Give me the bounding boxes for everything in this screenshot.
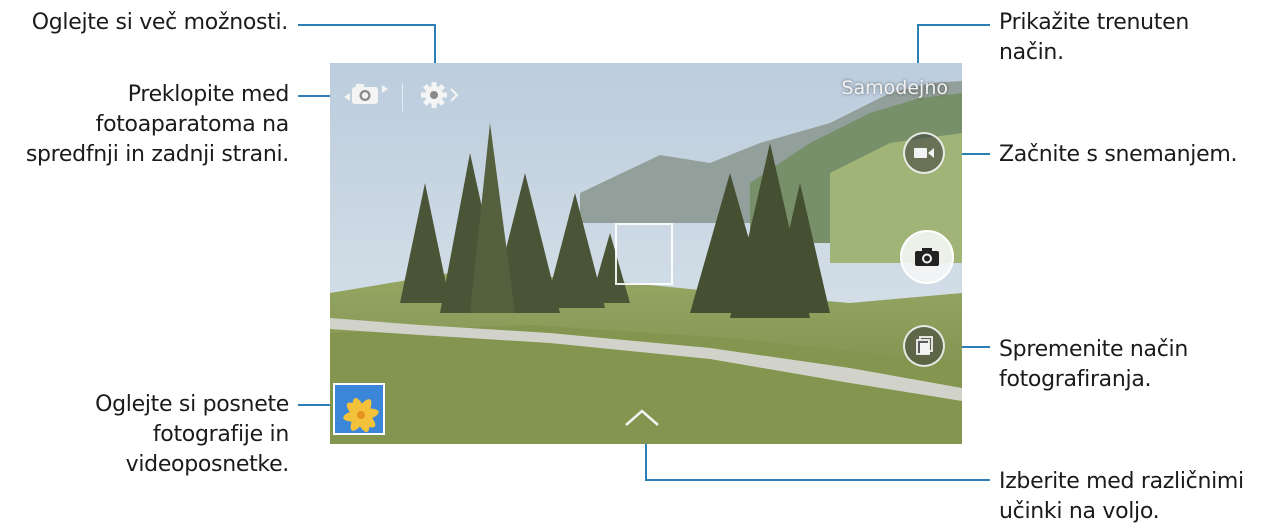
callout-line: videoposnetke.: [125, 452, 290, 477]
callout-more-options-text: Oglejte si več možnosti.: [31, 10, 289, 35]
callout-line: Oglejte si posnete: [95, 392, 289, 417]
callout-line: fotografiranja.: [999, 367, 1152, 392]
effects-button[interactable]: [622, 405, 662, 429]
mode-label[interactable]: Samodejno: [841, 77, 948, 99]
callout-line: fotoaparatoma na: [95, 112, 290, 137]
callout-line: spredfnji in zadnji strani.: [25, 142, 289, 167]
callout-line: Prikažite trenuten: [999, 10, 1190, 35]
callout-current-mode: Prikažite trenuten način.: [999, 8, 1269, 68]
callout-line: fotografije in: [152, 422, 289, 447]
camera-icon: [915, 248, 939, 266]
record-video-button[interactable]: [903, 132, 945, 174]
settings-button[interactable]: [418, 79, 466, 111]
gallery-thumbnail-icon: [335, 385, 383, 433]
camera-preview[interactable]: Samodejno: [330, 63, 962, 444]
chevron-right-icon: [450, 88, 459, 102]
switch-camera-button[interactable]: [342, 77, 390, 111]
chevron-up-icon: [625, 409, 659, 426]
callout-line: učinki na voljo.: [999, 499, 1160, 524]
callout-start-recording: Začnite s snemanjem.: [999, 140, 1273, 170]
shutter-button[interactable]: [900, 230, 954, 284]
gallery-thumbnail-button[interactable]: [333, 383, 385, 435]
toolbar-divider: [402, 83, 403, 111]
stacked-frames-icon: [916, 336, 933, 355]
camera-switch-icon: [344, 84, 388, 104]
callout-choose-effects: Izberite med različnimi učinki na voljo.: [999, 467, 1273, 527]
callout-more-options: Oglejte si več možnosti.: [8, 8, 289, 38]
callout-switch-camera: Preklopite med fotoaparatoma na spredfnj…: [0, 80, 289, 170]
callout-start-recording-text: Začnite s snemanjem.: [999, 142, 1238, 167]
callout-change-shooting-mode: Spremenite način fotografiranja.: [999, 335, 1269, 395]
leader-line-more-options-h: [298, 24, 435, 26]
shooting-mode-button[interactable]: [903, 325, 945, 367]
video-camera-icon: [914, 148, 934, 158]
callout-line: Preklopite med: [127, 82, 290, 107]
gear-icon: [421, 82, 459, 108]
leader-line-effects-h: [645, 479, 990, 481]
callout-line: Izberite med različnimi: [999, 469, 1244, 494]
focus-frame: [615, 223, 673, 285]
callout-line: Spremenite način: [999, 337, 1188, 362]
callout-line: način.: [999, 40, 1064, 65]
leader-line-current-mode-h: [918, 24, 990, 26]
callout-view-media: Oglejte si posnete fotografije in videop…: [0, 390, 289, 480]
